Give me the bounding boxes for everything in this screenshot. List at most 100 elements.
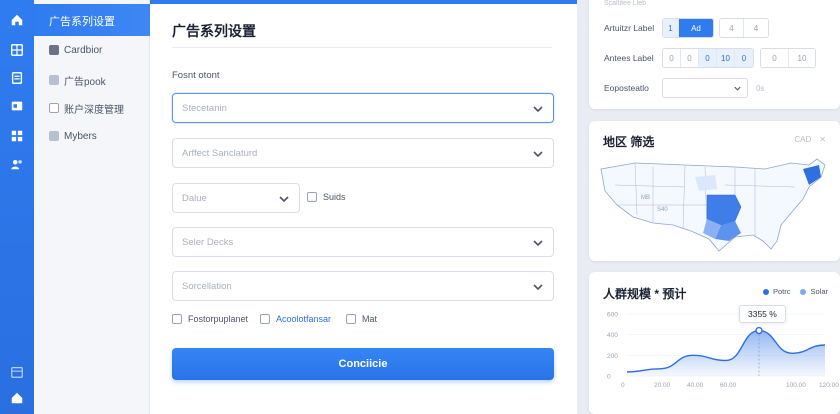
chevron-down-icon [279, 196, 289, 203]
chart-legend: Potrc Solar [762, 287, 828, 296]
checkbox-box[interactable] [172, 314, 182, 324]
campaign-select[interactable]: Stecetanin [172, 93, 554, 123]
chart-tooltip: 3355 % [739, 305, 786, 323]
legend-label: Potrc [772, 287, 791, 296]
option-select[interactable] [662, 78, 748, 98]
segmented-control[interactable]: 1 Ad [662, 18, 714, 38]
calendar-icon[interactable] [9, 364, 25, 380]
chevron-down-icon [533, 106, 543, 113]
sidebar-item-label: 广告系列设置 [49, 16, 115, 28]
tool-text[interactable]: CAD [794, 135, 811, 144]
x-tick-label: 100.00 [786, 382, 806, 389]
card-tools: CAD ✕ [794, 135, 826, 144]
segment[interactable]: 0 [735, 49, 753, 67]
select-placeholder: Dalue [182, 193, 207, 204]
x-tick-label: 60.00 [720, 382, 737, 389]
chevron-down-icon [533, 240, 543, 247]
document-icon[interactable] [9, 70, 25, 86]
icon-rail [0, 0, 34, 414]
y-tick-label: 0 [607, 374, 611, 381]
card-title: 人群规模 * 预计 [603, 287, 687, 301]
apps-icon[interactable] [9, 128, 25, 144]
segment[interactable]: 0 [681, 49, 699, 67]
legend-item[interactable]: Solar [800, 287, 828, 296]
checkbox-label: Suids [323, 192, 346, 202]
checkbox-box[interactable] [307, 192, 317, 202]
sidebar: 广告系列设置 Cardbior 广告pook 账户深度管理 Mybers [34, 0, 150, 414]
segment[interactable]: 4 [744, 19, 768, 37]
sidebar-item-label: Mybers [64, 130, 97, 142]
data-point-highlight [755, 326, 763, 335]
option-checkbox-3[interactable]: Mat [346, 312, 377, 326]
segment[interactable]: 10 [717, 49, 735, 67]
chevron-down-icon [533, 284, 543, 291]
checkbox-box[interactable] [260, 314, 270, 324]
unit-text: 0s [756, 83, 765, 93]
file-icon [49, 75, 59, 85]
checkbox-box[interactable] [346, 314, 356, 324]
segmented-control-2[interactable]: 0 10 [760, 48, 816, 68]
decks-select[interactable]: Seler Decks [172, 227, 554, 257]
select-placeholder: Stecetanin [182, 103, 227, 114]
us-map[interactable]: MB S40 [595, 155, 833, 255]
x-tick-label: 40.00 [687, 382, 704, 389]
segmented-control-2[interactable]: 4 4 [719, 18, 769, 38]
region-filter-card: 地区 筛选 CAD ✕ MB S40 [589, 121, 840, 261]
home-icon[interactable] [9, 12, 25, 28]
account-icon [49, 103, 59, 113]
sidebar-item-account-management[interactable]: 账户深度管理 [49, 100, 124, 116]
cancellation-select[interactable]: Sorcellation [172, 271, 554, 301]
segment[interactable]: 0 [663, 49, 681, 67]
x-tick-label: 0 [621, 382, 625, 389]
checkbox-label: Mat [362, 314, 378, 324]
users-icon[interactable] [9, 156, 25, 172]
settings-card: Scaltitee Lleb Artuitzr Label 1 Ad 4 4 A… [589, 0, 840, 109]
members-icon [49, 131, 59, 141]
select-placeholder: Seler Decks [182, 237, 234, 248]
segment[interactable]: 10 [789, 49, 815, 67]
legend-item[interactable]: Potrc [762, 287, 791, 296]
home-bottom-icon[interactable] [9, 390, 25, 406]
map-label: S40 [657, 207, 668, 213]
card-caption: Scaltitee Lleb [604, 0, 647, 7]
row-label: Antees Label [604, 53, 654, 63]
close-icon[interactable]: ✕ [819, 135, 826, 144]
top-accent-bar [150, 0, 577, 4]
sidebar-item-label: Cardbior [64, 44, 103, 56]
audience-estimate-card: 0 200 400 600 0 20.00 40.00 60.00 100.00 120.00 人… [589, 272, 840, 414]
label-row-1: Artuitzr Label 1 Ad 4 4 [604, 18, 769, 38]
checkbox-label: Fostorpuplanet [188, 314, 249, 324]
sidebar-item-label: 账户深度管理 [64, 104, 124, 116]
sidebar-item-cardbior[interactable]: Cardbior [49, 42, 102, 58]
suids-checkbox[interactable]: Suids [307, 190, 346, 204]
sidebar-item-label: 广告pook [64, 76, 106, 88]
sidebar-item-ad-pook[interactable]: 广告pook [49, 72, 106, 88]
segment[interactable]: 1 [663, 19, 679, 37]
y-tick-label: 400 [607, 332, 618, 339]
sidebar-item-campaign-settings[interactable]: 广告系列设置 [34, 4, 150, 36]
select-placeholder: Sorcellation [182, 281, 232, 292]
label-row-2: Antees Label 0 0 0 10 0 0 10 [604, 48, 816, 68]
segment[interactable]: 0 [761, 49, 789, 67]
legend-dot [800, 288, 807, 295]
folder-icon [49, 45, 59, 55]
segment[interactable]: 0 [699, 49, 717, 67]
y-tick-label: 200 [607, 353, 618, 360]
submit-button[interactable]: Conciicie [172, 348, 554, 380]
grid-icon[interactable] [9, 42, 25, 58]
campaign-form-panel: 广告系列设置 Fosnt otont Stecetanin Arffect Sa… [150, 0, 577, 414]
chevron-down-icon [734, 86, 741, 91]
option-checkbox-1[interactable]: Fostorpuplanet [172, 312, 248, 326]
dashboard-icon[interactable] [9, 98, 25, 114]
option-checkbox-2[interactable]: Acoolotfansar [260, 312, 331, 326]
card-title: 地区 筛选 [603, 135, 655, 149]
row-label: Artuitzr Label [604, 23, 655, 33]
sidebar-item-mybers[interactable]: Mybers [49, 128, 97, 144]
segmented-control[interactable]: 0 0 0 10 0 [662, 48, 754, 68]
segment-active[interactable]: Ad [679, 19, 713, 37]
chevron-down-icon [533, 151, 543, 158]
affect-select[interactable]: Arffect Sanclaturd [172, 138, 554, 168]
segment[interactable]: 4 [720, 19, 744, 37]
row-label: Eoposteatlo [604, 83, 649, 93]
value-select[interactable]: Dalue [172, 183, 300, 213]
